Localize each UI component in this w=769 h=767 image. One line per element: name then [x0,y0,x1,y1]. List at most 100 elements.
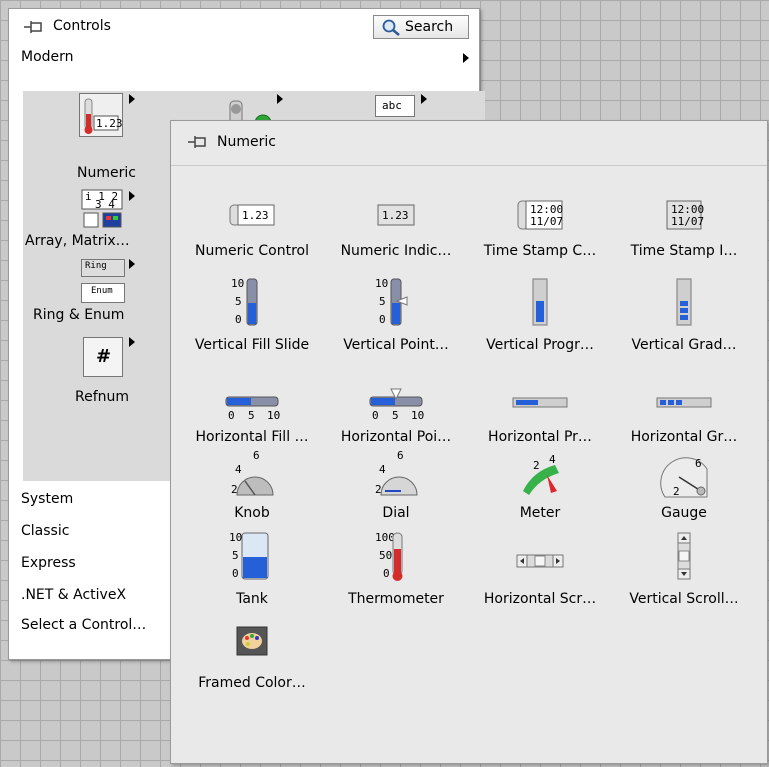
item-label: Vertical Fill Slide [194,337,310,353]
submenu-arrow-icon [129,191,135,201]
category-label: Select a Control… [21,617,147,633]
vertical-progress-bar-item[interactable]: Vertical Progr… [467,278,613,363]
svg-text:6: 6 [695,457,702,470]
item-label: Numeric Indic… [340,243,452,259]
search-button-label: Search [405,19,454,35]
vertical-fill-slide-item[interactable]: 10 5 0 Vertical Fill Slide [179,277,325,363]
knob-item[interactable]: 2 4 6 Knob [179,447,325,531]
enum-icon: Enum [81,283,125,303]
horizontal-scrollbar-item[interactable]: Horizontal Scr… [467,533,613,617]
framed-color-box-item[interactable]: Framed Color… [179,617,325,701]
item-label: Dial [382,505,410,521]
item-label: Tank [236,591,268,607]
value-text: 1.23 [242,209,269,222]
numeric-palette-icon: 1.23 [79,93,123,137]
horizontal-graduated-bar-icon [656,397,712,408]
search-button[interactable]: Search [373,15,469,39]
svg-text:6: 6 [397,451,404,462]
item-label: Horizontal Pr… [488,429,592,445]
item-label: Horizontal Poi… [340,429,452,445]
pin-icon[interactable] [23,18,45,36]
svg-text:50: 50 [379,549,392,562]
horizontal-progress-bar-icon [512,397,568,408]
numeric-title-bar: Numeric [171,121,767,166]
time-stamp-indicator-icon: 12:00 11/07 [666,200,704,230]
date-text: 11/07 [530,215,563,228]
time-stamp-control-icon: 12:00 11/07 [517,200,563,230]
framed-color-box-icon [236,626,268,656]
horizontal-graduated-bar-item[interactable]: Horizontal Gr… [611,371,757,455]
dial-item[interactable]: 2 4 6 Dial [323,447,469,531]
svg-text:6: 6 [253,451,260,462]
submenu-arrow-icon [129,259,135,269]
modern-item-label: Numeric [77,165,136,181]
controls-palette-title: Controls [53,18,111,34]
vertical-scrollbar-item[interactable]: Vertical Scroll… [611,532,757,617]
value-text: 1.23 [382,209,409,222]
item-label: Horizontal Fill … [195,429,309,445]
refnum-icon: # [83,337,123,377]
numeric-indicator-item[interactable]: 1.23 Numeric Indic… [323,185,469,269]
item-label: Horizontal Gr… [630,429,738,445]
submenu-arrow-icon [277,94,283,104]
numeric-control-icon: 1.23 [229,204,275,226]
item-label: Thermometer [348,591,444,607]
svg-text:0: 0 [379,313,386,326]
svg-text:0: 0 [383,567,390,580]
tank-icon: 10 5 0 [229,531,269,580]
modern-item-label: Array, Matrix… [25,233,130,249]
modern-item-label: Ring & Enum [33,307,125,323]
svg-text:100: 100 [375,531,395,544]
svg-text:5: 5 [232,549,239,562]
item-label: Meter [519,505,561,521]
item-label: Framed Color… [198,675,306,691]
svg-text:0: 0 [235,313,242,326]
svg-text:5: 5 [379,295,386,308]
horizontal-pointer-slide-icon: 0 5 10 [369,388,424,422]
item-label: Time Stamp I… [630,243,738,259]
category-label: System [21,491,74,507]
meter-icon: 2 4 [521,453,561,497]
pin-icon[interactable] [187,133,209,151]
svg-text:3 4: 3 4 [95,198,115,211]
vertical-scrollbar-icon [677,532,691,580]
svg-text:10: 10 [375,277,388,290]
horizontal-fill-slide-item[interactable]: 0 5 10 Horizontal Fill … [179,371,325,455]
ring-icon-text: Ring [85,261,107,271]
time-stamp-indicator-item[interactable]: 12:00 11/07 Time Stamp I… [611,185,757,269]
svg-text:0: 0 [372,409,379,422]
horizontal-progress-bar-item[interactable]: Horizontal Pr… [467,371,613,455]
submenu-arrow-icon [421,94,427,104]
controls-title-bar: Controls Search [9,9,479,43]
svg-text:2: 2 [673,485,680,498]
search-icon [382,19,400,36]
item-label: Vertical Grad… [631,337,737,353]
submenu-arrow-icon [129,94,135,104]
modern-category[interactable]: Modern [9,45,479,69]
vertical-graduated-bar-icon [676,278,692,326]
vertical-graduated-bar-item[interactable]: Vertical Grad… [611,278,757,363]
string-icon-text: abc [382,99,402,112]
item-label: Gauge [661,505,707,521]
svg-text:4: 4 [379,463,386,476]
category-label: Classic [21,523,70,539]
svg-text:5: 5 [248,409,255,422]
svg-text:10: 10 [267,409,280,422]
thermometer-item[interactable]: 100 50 0 Thermometer [323,531,469,617]
string-path-icon: abc [375,95,415,117]
numeric-control-item[interactable]: 1.23 Numeric Control [179,185,325,269]
thermometer-icon: 100 50 0 [375,531,403,581]
svg-text:4: 4 [549,453,556,466]
meter-item[interactable]: 2 4 Meter [467,447,613,531]
numeric-palette-title: Numeric [217,134,276,150]
svg-text:0: 0 [232,567,239,580]
array-matrix-icon: i 1 2 3 4 [81,189,123,228]
vertical-pointer-slide-item[interactable]: 10 5 0 Vertical Point… [323,277,469,363]
time-stamp-control-item[interactable]: 12:00 11/07 Time Stamp C… [467,185,613,269]
svg-text:0: 0 [228,409,235,422]
tank-item[interactable]: 10 5 0 Tank [179,531,325,617]
gauge-item[interactable]: 2 6 Gauge [611,447,757,531]
svg-text:5: 5 [392,409,399,422]
vertical-progress-bar-icon [532,278,548,326]
horizontal-pointer-slide-item[interactable]: 0 5 10 Horizontal Poi… [323,371,469,455]
